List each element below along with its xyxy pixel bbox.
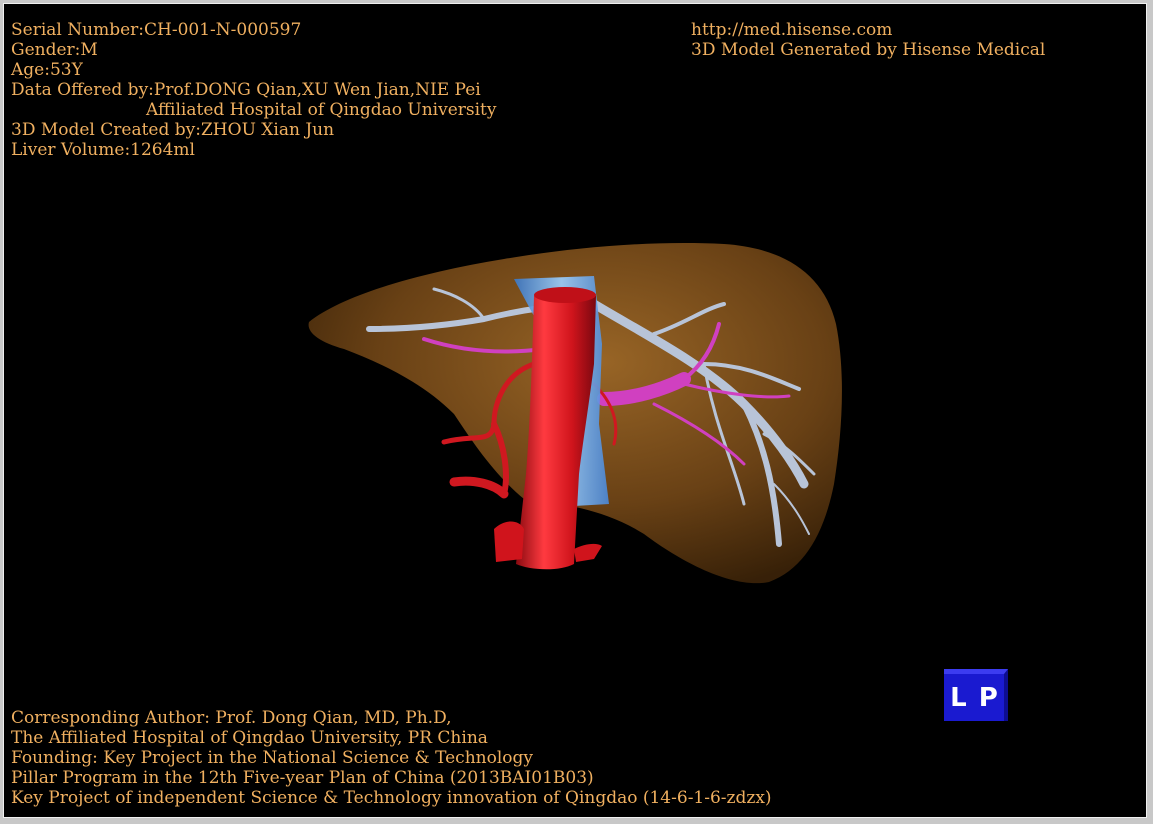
age: Age:53Y — [11, 60, 83, 80]
liver-volume: Liver Volume:1264ml — [11, 140, 195, 160]
data-offered-by: Data Offered by:Prof.DONG Qian,XU Wen Ji… — [11, 80, 481, 100]
iliac-branch — [574, 543, 602, 562]
generated-by: 3D Model Generated by Hisense Medical — [691, 40, 1046, 60]
gender: Gender:M — [11, 40, 98, 60]
hospital-name: Affiliated Hospital of Qingdao Universit… — [146, 100, 497, 120]
serial-number: Serial Number:CH-001-N-000597 — [11, 20, 302, 40]
credit-line-5: Key Project of independent Science & Tec… — [11, 788, 772, 808]
aorta-top — [534, 287, 596, 303]
renal-artery-stub — [494, 521, 524, 562]
credits-footer: Corresponding Author: Prof. Dong Qian, M… — [11, 708, 772, 808]
credit-line-3: Founding: Key Project in the National Sc… — [11, 748, 533, 768]
orientation-left-label: L — [950, 682, 967, 713]
orientation-cube[interactable]: L P — [944, 669, 1008, 721]
patient-info: Serial Number:CH-001-N-000597 Gender:M A… — [11, 20, 496, 160]
credit-line-4: Pillar Program in the 12th Five-year Pla… — [11, 768, 594, 788]
credit-line-2: The Affiliated Hospital of Qingdao Unive… — [11, 728, 488, 748]
orientation-posterior-label: P — [978, 682, 998, 713]
credit-line-1: Corresponding Author: Prof. Dong Qian, M… — [11, 708, 452, 728]
3d-viewport[interactable]: Serial Number:CH-001-N-000597 Gender:M A… — [3, 3, 1147, 818]
branding-info: http://med.hisense.com 3D Model Generate… — [691, 20, 1045, 60]
model-created-by: 3D Model Created by:ZHOU Xian Jun — [11, 120, 335, 140]
website-url: http://med.hisense.com — [691, 20, 893, 40]
